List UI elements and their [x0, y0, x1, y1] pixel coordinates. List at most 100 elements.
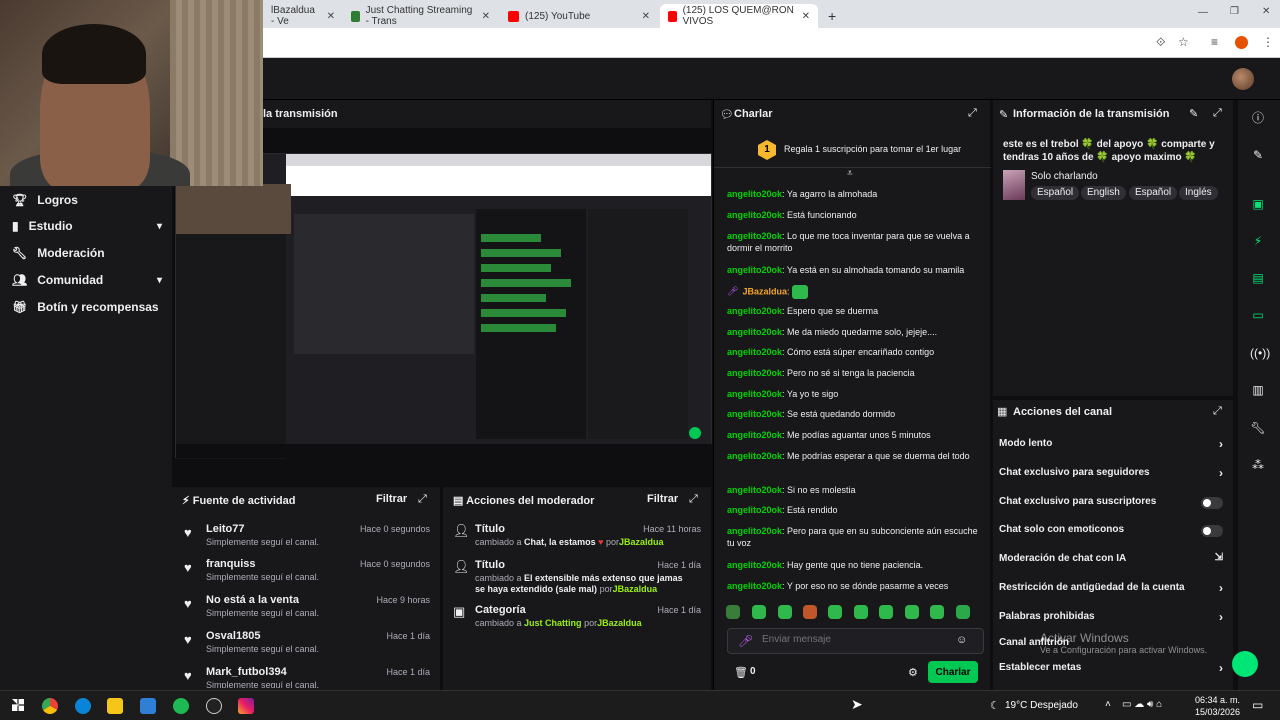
stream-video[interactable]	[175, 153, 713, 459]
emote-icon[interactable]	[905, 605, 919, 619]
emote-icon[interactable]	[828, 605, 842, 619]
system-clock[interactable]: 06:34 a. m. 15/03/2026	[1195, 694, 1240, 718]
expand-icon[interactable]: ⤢	[1213, 405, 1222, 418]
chat-username[interactable]: angelito20ok	[727, 526, 782, 536]
broadcast-icon[interactable]: ((•))	[1250, 345, 1270, 361]
layout-icon[interactable]: ▥	[1250, 382, 1266, 398]
chat-send-button[interactable]: Charlar	[928, 661, 978, 683]
system-tray-icons[interactable]: ▭ ☁ 🔊︎ ⌂	[1122, 699, 1162, 710]
sidebar-item-logros[interactable]: 🏆︎ Logros	[12, 193, 162, 207]
chat-username[interactable]: angelito20ok	[727, 409, 782, 419]
channel-action-followers-only[interactable]: Chat exclusivo para seguidores ›	[999, 464, 1227, 484]
app-taskbar-icon[interactable]	[140, 698, 156, 714]
new-tab-button[interactable]: +	[820, 4, 840, 28]
chat-username[interactable]: angelito20ok	[727, 485, 782, 495]
stream-tag[interactable]: Español	[1031, 186, 1080, 200]
chevron-up-icon[interactable]: ˄	[1105, 699, 1111, 710]
chat-username[interactable]: angelito20ok	[727, 430, 782, 440]
close-tab-icon[interactable]: ✕	[482, 11, 490, 22]
chat-icon[interactable]: ▭	[1250, 307, 1266, 323]
channel-action-account-age[interactable]: Restricción de antigüedad de la cuenta ›	[999, 579, 1227, 599]
chat-username[interactable]: angelito20ok	[727, 505, 782, 515]
expand-icon[interactable]: ⤢	[1213, 107, 1222, 120]
edge-taskbar-icon[interactable]	[75, 698, 91, 714]
nodes-icon[interactable]: ⁂	[1250, 457, 1266, 473]
close-tab-icon[interactable]: ✕	[327, 11, 335, 22]
stream-category[interactable]: Solo charlando	[1031, 171, 1098, 182]
collapse-pin-icon[interactable]: ⩡	[847, 168, 853, 179]
browser-tab[interactable]: lBazaldua - Ve ✕	[263, 4, 343, 28]
mod-action-user[interactable]: JBazaldua	[597, 618, 642, 628]
browser-menu-icon[interactable]: ⋮	[1262, 35, 1274, 49]
obs-taskbar-icon[interactable]	[206, 698, 222, 714]
profile-avatar[interactable]	[1235, 36, 1248, 49]
windows-start-icon[interactable]	[12, 699, 24, 711]
sidebar-item-moderacion[interactable]: 🔧︎ Moderación	[12, 246, 162, 260]
emote-icon[interactable]	[854, 605, 868, 619]
chat-username[interactable]: angelito20ok	[727, 306, 782, 316]
wrench-icon[interactable]: 🔧︎	[1250, 420, 1266, 436]
emote-icon[interactable]	[726, 605, 740, 619]
bookmark-star-icon[interactable]: ☆	[1178, 35, 1189, 49]
reading-list-icon[interactable]: ≡	[1211, 35, 1218, 49]
channel-action-ai-moderation[interactable]: Moderación de chat con IA ⇲	[999, 550, 1227, 570]
clip-icon[interactable]: ▣	[1250, 196, 1266, 212]
browser-tab-active[interactable]: (125) LOS QUEM@RON VIVOS ✕	[660, 4, 818, 28]
chat-username[interactable]: angelito20ok	[727, 560, 782, 570]
channel-action-banned-words[interactable]: Palabras prohibidas ›	[999, 608, 1227, 628]
emote-icon[interactable]	[803, 605, 817, 619]
translate-icon[interactable]: ⟐	[1156, 35, 1165, 50]
activity-user[interactable]: No está a la venta	[206, 594, 299, 606]
channel-action-goals[interactable]: Establecer metas ›	[999, 659, 1227, 679]
edit-icon[interactable]: ✎	[1189, 107, 1198, 120]
chat-username[interactable]: angelito20ok	[727, 189, 782, 199]
spotify-taskbar-icon[interactable]	[173, 698, 189, 714]
chat-username[interactable]: angelito20ok	[727, 581, 782, 591]
expand-icon[interactable]: ⤢	[968, 107, 977, 120]
notification-icon[interactable]: ▭	[1252, 698, 1263, 712]
expand-icon[interactable]: ⤢	[689, 493, 698, 506]
mod-filter-button[interactable]: Filtrar	[647, 493, 678, 505]
emote-icon[interactable]	[930, 605, 944, 619]
document-icon[interactable]: ▤	[1250, 270, 1266, 286]
stream-tag[interactable]: Inglés	[1179, 186, 1218, 200]
chrome-taskbar-icon[interactable]	[42, 698, 58, 714]
channel-points-icon[interactable]: 🗑︎	[734, 666, 748, 679]
chat-username[interactable]: angelito20ok	[727, 210, 782, 220]
chat-username[interactable]: angelito20ok	[727, 389, 782, 399]
chat-username[interactable]: JBazaldua	[742, 286, 787, 296]
gear-icon[interactable]: ⚙	[908, 666, 918, 679]
emote-icon[interactable]	[778, 605, 792, 619]
info-icon[interactable]: ⓘ	[1250, 110, 1266, 126]
emoji-picker-icon[interactable]: ☺	[956, 634, 967, 646]
emote-icon[interactable]	[879, 605, 893, 619]
emote-icon[interactable]	[752, 605, 766, 619]
restore-icon[interactable]: ❐	[1230, 6, 1239, 17]
chat-message-input[interactable]	[762, 634, 942, 645]
lightning-icon[interactable]: ⚡︎	[1250, 233, 1266, 249]
expand-icon[interactable]: ⤢	[418, 493, 427, 506]
weather-text[interactable]: 19°C Despejado	[1005, 700, 1078, 711]
browser-tab[interactable]: Just Chatting Streaming - Trans ✕	[343, 4, 498, 28]
stream-tag[interactable]: English	[1081, 186, 1126, 200]
stream-tag[interactable]: Español	[1129, 186, 1178, 200]
close-tab-icon[interactable]: ✕	[802, 11, 810, 22]
file-explorer-icon[interactable]	[107, 698, 123, 714]
emote-icon[interactable]	[956, 605, 970, 619]
chat-username[interactable]: angelito20ok	[727, 347, 782, 357]
chat-username[interactable]: angelito20ok	[727, 327, 782, 337]
activity-user[interactable]: Osval1805	[206, 630, 260, 642]
emote-only-toggle[interactable]	[1201, 525, 1223, 537]
activity-user[interactable]: franquiss	[206, 558, 256, 570]
sidebar-item-estudio[interactable]: ▮ Estudio ▾	[12, 219, 162, 233]
support-chat-button[interactable]	[1232, 651, 1258, 677]
activity-user[interactable]: Leito77	[206, 523, 245, 535]
chat-username[interactable]: angelito20ok	[727, 368, 782, 378]
chat-username[interactable]: angelito20ok	[727, 451, 782, 461]
channel-action-slow-mode[interactable]: Modo lento ›	[999, 435, 1227, 455]
activity-user[interactable]: Mark_futbol394	[206, 666, 287, 678]
close-tab-icon[interactable]: ✕	[642, 11, 650, 22]
mod-action-user[interactable]: JBazaldua	[619, 537, 664, 547]
user-avatar[interactable]	[1232, 68, 1254, 90]
instagram-taskbar-icon[interactable]	[238, 698, 254, 714]
